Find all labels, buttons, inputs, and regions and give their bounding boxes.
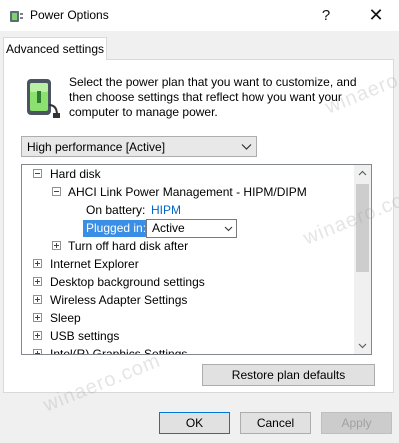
power-plan-select[interactable]: High performance [Active] bbox=[21, 136, 257, 157]
help-button[interactable]: ? bbox=[303, 0, 349, 31]
restore-plan-defaults-button[interactable]: Restore plan defaults bbox=[202, 364, 375, 386]
window-title: Power Options bbox=[30, 8, 109, 22]
restore-button-label: Restore plan defaults bbox=[231, 368, 346, 382]
ok-button-label: OK bbox=[185, 416, 204, 430]
power-options-icon bbox=[10, 11, 23, 22]
cancel-button-label: Cancel bbox=[256, 416, 295, 430]
tree-item-wireless-adapter[interactable]: Wireless Adapter Settings bbox=[22, 291, 352, 309]
tree-item-label: Hard disk bbox=[50, 167, 101, 181]
close-icon: ✕ bbox=[368, 5, 384, 25]
ok-button[interactable]: OK bbox=[159, 412, 230, 434]
tree-content: Hard disk AHCI Link Power Management - H… bbox=[22, 165, 354, 354]
scrollbar-thumb[interactable] bbox=[356, 184, 369, 272]
tree-item-hard-disk[interactable]: Hard disk bbox=[22, 165, 352, 183]
on-battery-value[interactable]: HIPM bbox=[151, 201, 181, 219]
expand-icon[interactable] bbox=[33, 331, 42, 340]
tree-item-label: AHCI Link Power Management - HIPM/DIPM bbox=[68, 185, 307, 199]
tree-item-on-battery[interactable]: On battery: HIPM bbox=[22, 201, 352, 219]
plugged-in-select[interactable]: Active bbox=[146, 219, 237, 238]
apply-button-label: Apply bbox=[341, 416, 372, 430]
collapse-icon[interactable] bbox=[52, 187, 61, 196]
tree-item-label: Intel(R) Graphics Settings bbox=[50, 347, 188, 354]
tree-item-label: Turn off hard disk after bbox=[68, 239, 189, 253]
chevron-down-icon bbox=[241, 144, 252, 150]
help-icon: ? bbox=[321, 7, 331, 24]
plugged-in-label: Plugged in: bbox=[83, 220, 150, 237]
tree-item-label: Wireless Adapter Settings bbox=[50, 293, 188, 307]
tree-item-label: Desktop background settings bbox=[50, 275, 205, 289]
scroll-down-icon[interactable] bbox=[358, 341, 367, 350]
collapse-icon[interactable] bbox=[33, 169, 42, 178]
close-button[interactable]: ✕ bbox=[353, 0, 399, 31]
tree-item-desktop-background[interactable]: Desktop background settings bbox=[22, 273, 352, 291]
scroll-up-icon[interactable] bbox=[358, 169, 367, 178]
vertical-scrollbar[interactable] bbox=[354, 165, 371, 354]
tree-item-label: USB settings bbox=[50, 329, 120, 343]
expand-icon[interactable] bbox=[33, 259, 42, 268]
expand-icon[interactable] bbox=[52, 241, 61, 250]
expand-icon[interactable] bbox=[33, 349, 42, 354]
on-battery-label: On battery: bbox=[86, 203, 146, 217]
title-bar: Power Options ? ✕ bbox=[0, 0, 399, 31]
tree-item-intel-graphics[interactable]: Intel(R) Graphics Settings bbox=[22, 345, 352, 354]
tab-label: Advanced settings bbox=[5, 42, 105, 56]
plugged-in-value: Active bbox=[152, 221, 185, 235]
tree-item-usb-settings[interactable]: USB settings bbox=[22, 327, 352, 345]
tree-item-sleep[interactable]: Sleep bbox=[22, 309, 352, 327]
tree-item-label: Internet Explorer bbox=[50, 257, 139, 271]
tree-item-label: Sleep bbox=[50, 311, 81, 325]
plan-select-value: High performance [Active] bbox=[27, 139, 166, 154]
expand-icon[interactable] bbox=[33, 277, 42, 286]
tab-advanced-settings[interactable]: Advanced settings bbox=[3, 37, 107, 60]
settings-tree[interactable]: Hard disk AHCI Link Power Management - H… bbox=[21, 164, 372, 355]
expand-icon[interactable] bbox=[33, 313, 42, 322]
apply-button[interactable]: Apply bbox=[321, 412, 392, 434]
expand-icon[interactable] bbox=[33, 295, 42, 304]
chevron-down-icon bbox=[224, 226, 233, 232]
tree-item-turn-off-hard-disk[interactable]: Turn off hard disk after bbox=[22, 237, 352, 255]
cancel-button[interactable]: Cancel bbox=[240, 412, 311, 434]
description-text: Select the power plan that you want to c… bbox=[69, 75, 357, 119]
tree-item-internet-explorer[interactable]: Internet Explorer bbox=[22, 255, 352, 273]
battery-plug-icon bbox=[27, 79, 60, 118]
tree-item-ahci[interactable]: AHCI Link Power Management - HIPM/DIPM bbox=[22, 183, 352, 201]
